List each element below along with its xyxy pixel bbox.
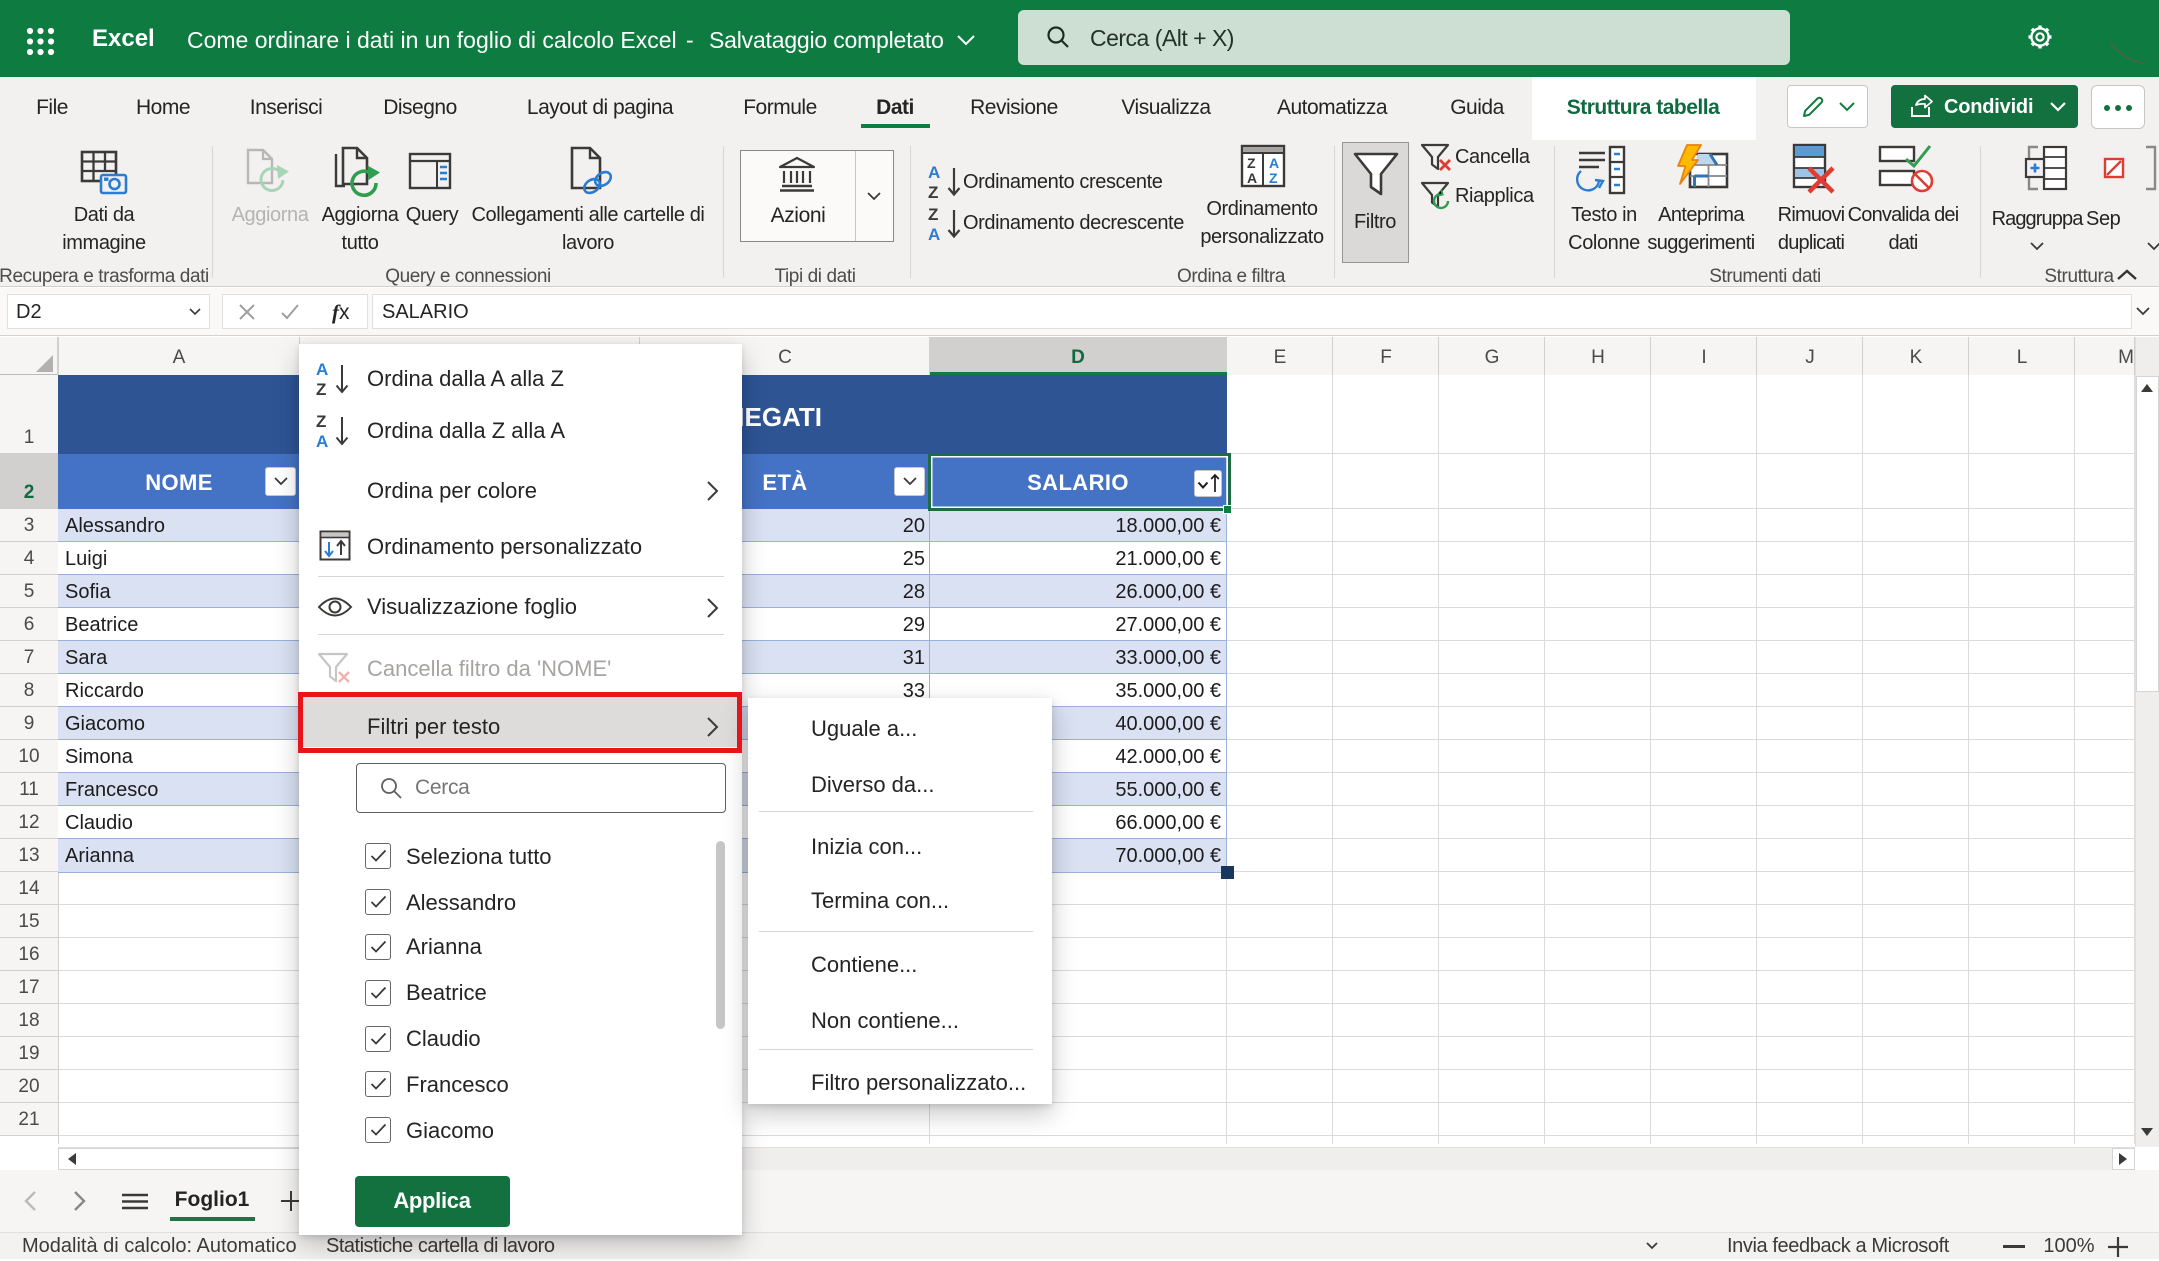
svg-text:Z: Z [316,380,326,399]
svg-text:A: A [1247,170,1257,186]
svg-text:Z: Z [1269,170,1278,186]
svg-text:A: A [928,225,940,244]
svg-text:A: A [928,163,940,182]
svg-text:A: A [316,432,328,451]
svg-text:A: A [316,360,328,379]
svg-text:Z: Z [316,412,326,431]
svg-text:Z: Z [928,205,938,224]
svg-text:A: A [1269,155,1279,171]
svg-text:Z: Z [928,183,938,202]
svg-text:Z: Z [1247,155,1256,171]
